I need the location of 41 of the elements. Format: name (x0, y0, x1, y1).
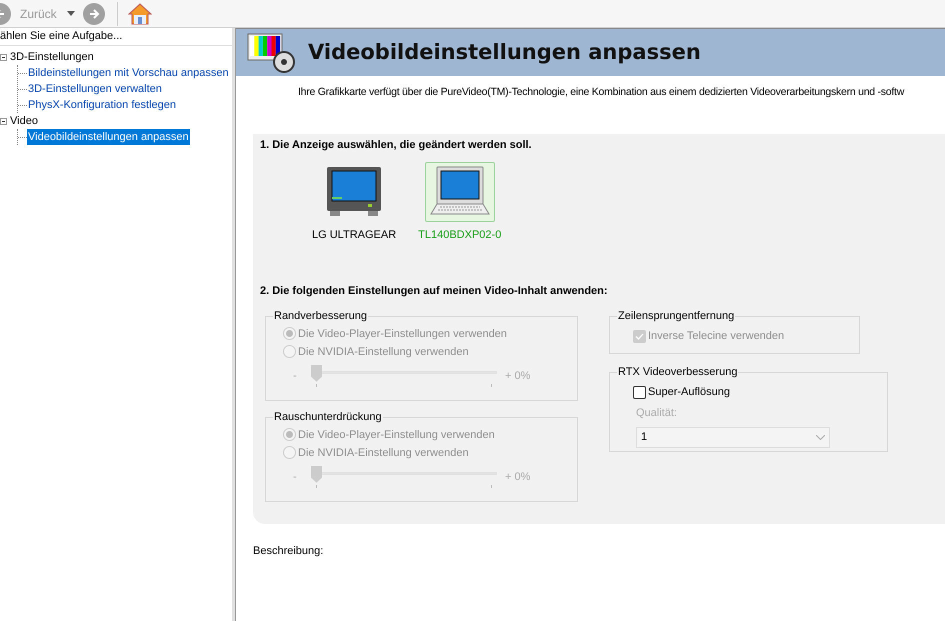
radio-label: Die Video-Player-Einstellung verwenden (298, 428, 495, 442)
step-heading: 1. Die Anzeige auswählen, die geändert werden soll. (260, 138, 533, 153)
collapse-icon[interactable] (0, 54, 7, 60)
group-title: Rauschunterdrückung (273, 410, 383, 426)
intro-text: Ihre Grafikkarte verfügt über die PureVideo(TM)-Technologie, eine Kombination aus einem dedizierten Videoverarbeitungskern und -softw (297, 85, 906, 100)
group-title: RTX Videoverbesserung (617, 365, 738, 380)
tree-item[interactable]: Videobildeinstellungen anpassen (27, 128, 190, 146)
slider-min-label: - (293, 470, 298, 484)
group-title: Zeilensprungentfernung (617, 309, 736, 324)
step-heading: 2. Die folgenden Einstellungen auf meinen Video-Inhalt anwenden: (260, 284, 609, 299)
chevron-down-icon (816, 434, 825, 440)
checkbox-label: Inverse Telecine verwenden (648, 328, 784, 344)
sidebar-heading: ählen Sie eine Aufgabe... (0, 28, 232, 46)
tree-item[interactable]: PhysX-Konfiguration festlegen (27, 96, 177, 114)
quality-dropdown[interactable]: 1 (636, 426, 830, 448)
dropdown-caret-icon[interactable] (66, 11, 75, 16)
radio-label: Die NVIDIA-Einstellung verwenden (298, 446, 469, 460)
checkbox-label: Super-Auflösung (648, 384, 730, 400)
slider-min-label: - (293, 368, 298, 384)
description-label: Beschreibung: (253, 544, 324, 559)
group-title: Randverbesserung (273, 309, 368, 324)
collapse-icon[interactable] (0, 118, 7, 124)
home-icon[interactable] (128, 2, 152, 24)
quality-label: Qualität: (636, 406, 678, 422)
slider-value: + 0% (505, 470, 530, 484)
slider-value: + 0% (505, 368, 530, 384)
tree-item[interactable]: Bildeinstellungen mit Vorschau anpassen (27, 64, 230, 82)
monitor-icon (326, 166, 382, 218)
display-label: TL140BDXP02-0 (418, 228, 502, 244)
checkbox[interactable] (633, 386, 646, 398)
video-settings-icon (246, 32, 296, 74)
tree-item[interactable]: Video (10, 112, 38, 130)
radio-label: Die Video-Player-Einstellungen verwenden (298, 326, 507, 342)
page-title: Videobildeinstellungen anpassen (308, 38, 701, 66)
display-item[interactable]: LG ULTRAGEAR (312, 162, 396, 244)
tree-item[interactable]: 3D-Einstellungen (10, 48, 94, 66)
slider-track[interactable] (311, 364, 497, 387)
radio-label: Die NVIDIA-Einstellung verwenden (298, 344, 469, 360)
slider-track[interactable] (311, 466, 497, 488)
display-label: LG ULTRAGEAR (312, 228, 396, 244)
tree-item[interactable]: 3D-Einstellungen verwalten (27, 80, 163, 98)
